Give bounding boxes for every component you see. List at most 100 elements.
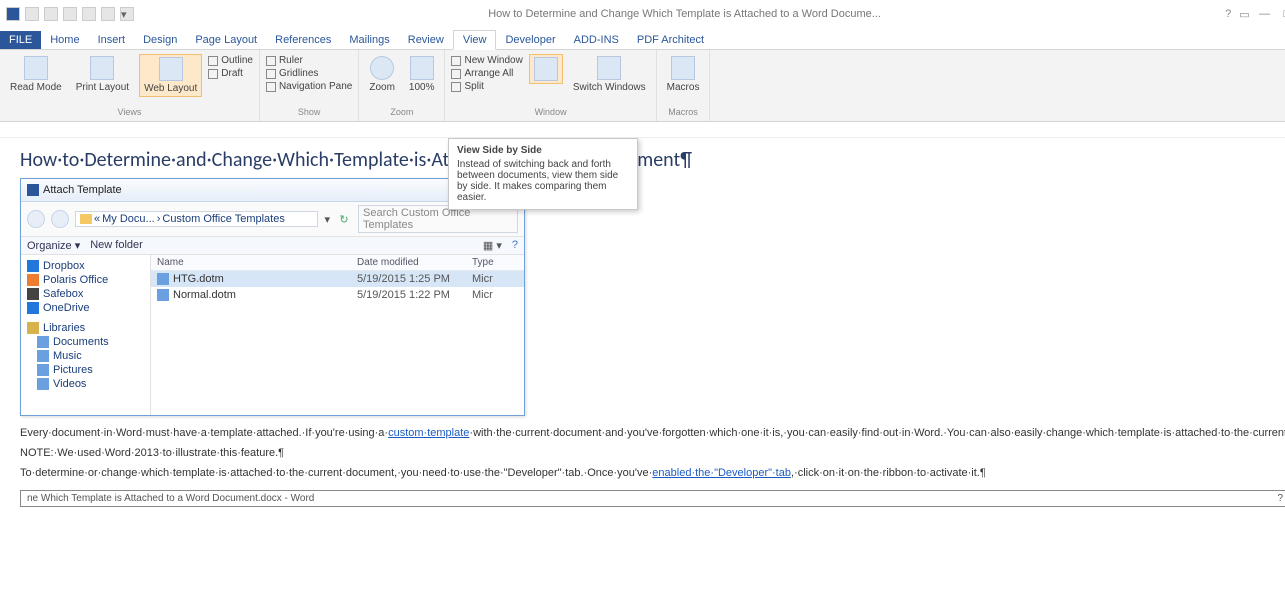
tab-view[interactable]: View: [453, 30, 497, 50]
dialog-sidebar: Dropbox Polaris Office Safebox OneDrive …: [21, 255, 151, 415]
tooltip-body: Instead of switching back and forth betw…: [457, 159, 629, 203]
tab-home[interactable]: Home: [41, 31, 88, 49]
qat-more-icon[interactable]: ▾: [120, 7, 134, 21]
qat-icon[interactable]: [101, 7, 115, 21]
help-icon[interactable]: ?: [1225, 8, 1231, 20]
folder-icon: [37, 336, 49, 348]
sidebar-item-videos[interactable]: Videos: [27, 377, 144, 391]
zoom-button[interactable]: Zoom: [365, 54, 399, 95]
dropdown-icon[interactable]: ▾: [324, 213, 330, 226]
sidebar-item-onedrive[interactable]: OneDrive: [27, 301, 144, 315]
group-views-label: Views: [118, 107, 142, 117]
folder-icon: [37, 378, 49, 390]
checkbox-icon: [266, 82, 276, 92]
folder-icon: [80, 214, 92, 224]
embedded-window: ne Which Template is Attached to a Word …: [20, 490, 1285, 507]
sidebar-item-safebox[interactable]: Safebox: [27, 287, 144, 301]
sidebar-item-music[interactable]: Music: [27, 349, 144, 363]
undo-icon[interactable]: [44, 7, 58, 21]
save-icon[interactable]: [25, 7, 39, 21]
word-window-left: ▾ How to Determine and Change Which Temp…: [0, 0, 1285, 593]
document-heading: How·to·Determine·and·Change·Which·Templa…: [20, 148, 450, 172]
window-controls: — □ ✕: [1258, 8, 1285, 21]
new-folder-button[interactable]: New folder: [90, 239, 143, 252]
group-macros: Macros Macros: [657, 50, 711, 121]
macros-icon: [671, 56, 695, 80]
group-zoom-label: Zoom: [390, 107, 413, 117]
help-icon[interactable]: ?: [512, 239, 518, 252]
checkbox-icon: [266, 56, 276, 66]
print-layout-icon: [90, 56, 114, 80]
link-enable-developer[interactable]: enabled·the·"Developer"·tab: [652, 467, 791, 479]
tab-file[interactable]: FILE: [0, 31, 41, 49]
view-options-icon[interactable]: ▦ ▾: [483, 239, 502, 252]
navigation-pane-checkbox[interactable]: Navigation Pane: [266, 80, 352, 93]
document-title: How to Determine and Change Which Templa…: [144, 8, 1225, 20]
print-layout-button[interactable]: Print Layout: [72, 54, 133, 95]
attach-template-dialog: Attach Template ✕ « My Docu...› Custom O…: [20, 178, 525, 416]
organize-button[interactable]: Organize ▾: [27, 239, 80, 252]
web-layout-button[interactable]: Web Layout: [139, 54, 202, 97]
forward-icon[interactable]: [51, 210, 69, 228]
sidebar-item-libraries[interactable]: Libraries: [27, 321, 144, 335]
draft-button[interactable]: Draft: [208, 67, 253, 80]
column-type[interactable]: Type: [466, 255, 500, 270]
tab-mailings[interactable]: Mailings: [340, 31, 398, 49]
tab-design[interactable]: Design: [134, 31, 186, 49]
group-window: New Window Arrange All Split Switch Wind…: [445, 50, 656, 121]
word-icon: [6, 7, 20, 21]
column-date[interactable]: Date modified: [351, 255, 466, 270]
tab-pdf-architect[interactable]: PDF Architect: [628, 31, 713, 49]
column-name[interactable]: Name: [151, 255, 351, 270]
minimize-icon[interactable]: —: [1258, 8, 1272, 21]
help-icon[interactable]: ?: [1278, 493, 1284, 504]
hundred-percent-button[interactable]: 100%: [405, 54, 439, 95]
dialog-toolbar: Organize ▾ New folder ▦ ▾ ?: [21, 237, 524, 255]
folder-icon: [37, 350, 49, 362]
new-window-button[interactable]: New Window: [451, 54, 522, 67]
macros-button[interactable]: Macros: [663, 54, 704, 95]
ribbon-options-icon[interactable]: ▭: [1239, 8, 1249, 21]
gridlines-checkbox[interactable]: Gridlines: [266, 67, 352, 80]
split-icon: [451, 82, 461, 92]
tab-page-layout[interactable]: Page Layout: [186, 31, 266, 49]
outline-button[interactable]: Outline: [208, 54, 253, 67]
tab-insert[interactable]: Insert: [89, 31, 135, 49]
breadcrumb[interactable]: « My Docu...› Custom Office Templates: [75, 211, 318, 227]
link-custom-template[interactable]: custom·template: [388, 427, 469, 439]
group-window-label: Window: [535, 107, 567, 117]
polaris-icon: [27, 274, 39, 286]
sidebar-item-polaris[interactable]: Polaris Office: [27, 273, 144, 287]
tab-references[interactable]: References: [266, 31, 340, 49]
maximize-icon[interactable]: □: [1280, 8, 1285, 21]
redo-icon[interactable]: [63, 7, 77, 21]
refresh-icon[interactable]: ↻: [336, 213, 352, 226]
qat-icon[interactable]: [82, 7, 96, 21]
switch-windows-button[interactable]: Switch Windows: [569, 54, 650, 95]
word-icon: [27, 184, 39, 196]
web-layout-icon: [159, 57, 183, 81]
arrange-all-button[interactable]: Arrange All: [451, 67, 522, 80]
ribbon-view: Read Mode Print Layout Web Layout Outlin…: [0, 50, 1285, 122]
file-icon: [157, 289, 169, 301]
draft-icon: [208, 69, 218, 79]
group-show: Ruler Gridlines Navigation Pane Show: [260, 50, 359, 121]
view-side-by-side-button[interactable]: [529, 54, 563, 84]
back-icon[interactable]: [27, 210, 45, 228]
split-button[interactable]: Split: [451, 80, 522, 93]
tab-developer[interactable]: Developer: [496, 31, 564, 49]
ruler: [0, 122, 1285, 138]
sidebar-item-documents[interactable]: Documents: [27, 335, 144, 349]
safebox-icon: [27, 288, 39, 300]
file-row[interactable]: HTG.dotm 5/19/2015 1:25 PM Micr: [151, 271, 524, 287]
sidebar-item-pictures[interactable]: Pictures: [27, 363, 144, 377]
sidebar-item-dropbox[interactable]: Dropbox: [27, 259, 144, 273]
embedded-title: ne Which Template is Attached to a Word …: [27, 493, 314, 504]
arrange-icon: [451, 69, 461, 79]
file-row[interactable]: Normal.dotm 5/19/2015 1:22 PM Micr: [151, 287, 524, 303]
ruler-checkbox[interactable]: Ruler: [266, 54, 352, 67]
tab-addins[interactable]: ADD-INS: [565, 31, 628, 49]
tab-review[interactable]: Review: [399, 31, 453, 49]
read-mode-button[interactable]: Read Mode: [6, 54, 66, 95]
document-area[interactable]: View Side by Side Instead of switching b…: [0, 138, 1285, 593]
